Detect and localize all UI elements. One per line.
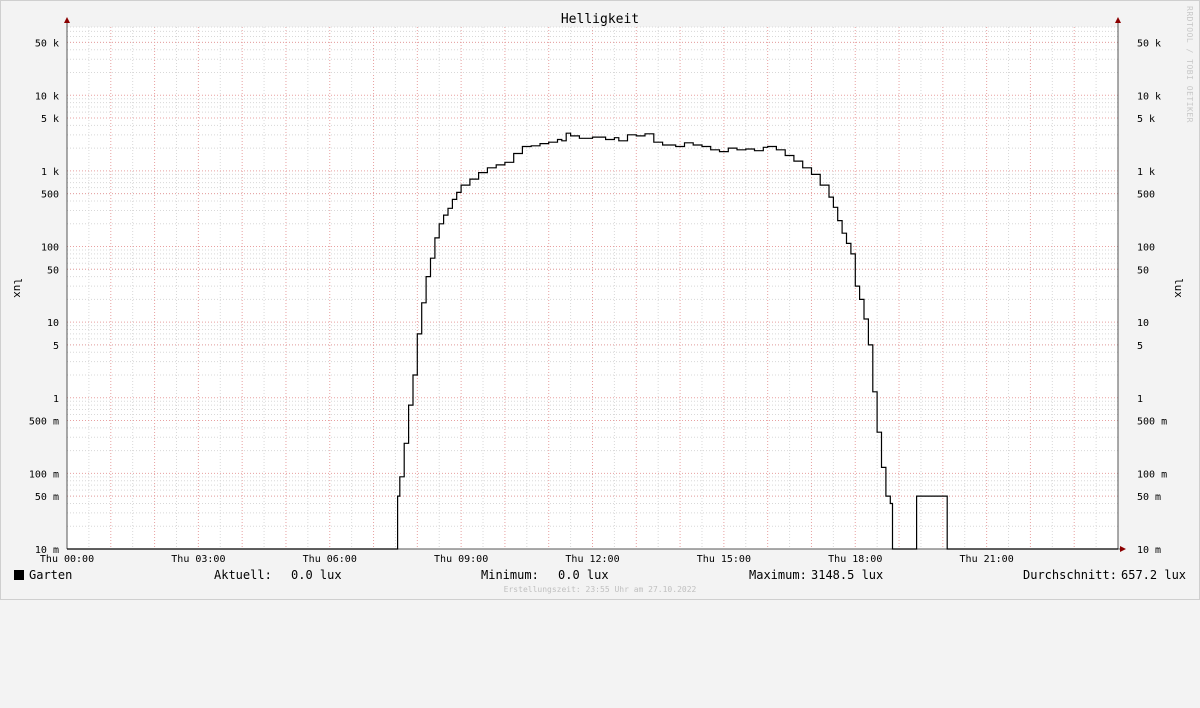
y-axis-title-right: lux [1172,278,1185,298]
x-tick-label: Thu 15:00 [697,554,751,565]
created-timestamp: Erstellungszeit: 23:55 Uhr am 27.10.2022 [503,585,697,594]
y-tick-label-left: 500 m [29,417,59,428]
legend-swatch [14,570,24,580]
y-tick-label-right: 50 m [1137,492,1161,503]
y-tick-label-right: 50 [1137,265,1149,276]
y-tick-label-right: 10 m [1137,545,1161,556]
y-tick-label-right: 100 [1137,243,1155,254]
y-tick-label-right: 500 [1137,190,1155,201]
y-tick-label-right: 500 m [1137,417,1167,428]
y-tick-label-right: 100 m [1137,469,1167,480]
x-tick-label: Thu 06:00 [303,554,357,565]
y-tick-label-left: 50 k [35,38,59,49]
y-tick-label-left: 100 [41,243,59,254]
y-tick-label-right: 1 k [1137,167,1155,178]
y-tick-label-left: 500 [41,190,59,201]
y-tick-label-left: 5 [53,341,59,352]
y-tick-label-left: 100 m [29,469,59,480]
x-tick-label: Thu 12:00 [565,554,619,565]
y-tick-label-right: 5 [1137,341,1143,352]
x-tick-label: Thu 18:00 [828,554,882,565]
y-tick-label-left: 50 [47,265,59,276]
legend-avg-value: 657.2 lux [1121,568,1187,582]
x-axis-arrow [1120,546,1126,552]
legend-max-label: Maximum: [749,568,807,582]
chart-canvas: 50 k 50 k 10 k 10 k 5 k 5 k 1 k 1 k 500 500 100 100… [11,17,1185,565]
legend-min-label: Minimum: [481,568,539,582]
y-tick-label-right: 10 [1137,318,1149,329]
y-tick-label-right: 10 k [1137,91,1161,102]
y-tick-label-left: 1 [53,394,59,405]
x-tick-label: Thu 03:00 [171,554,225,565]
y-tick-label-left: 5 k [41,114,59,125]
y-tick-label-left: 10 k [35,91,59,102]
legend-series: Garten [14,568,72,582]
x-tick-label: Thu 09:00 [434,554,488,565]
chart-title: Helligkeit [560,12,640,27]
y-tick-label-left: 1 k [41,167,59,178]
legend-current-value: 0.0 lux [291,568,342,582]
legend-max-value: 3148.5 lux [811,568,884,582]
legend-avg-label: Durchschnitt: [1023,568,1117,582]
legend-min-value: 0.0 lux [558,568,609,582]
legend-series-name: Garten [29,568,73,582]
y-tick-label-right: 1 [1137,394,1143,405]
legend-row: Garten Aktuell: 0.0 lux Minimum: 0.0 lux… [0,568,1200,584]
y-axis-title-left: lux [11,278,24,298]
x-tick-label: Thu 00:00 [40,554,94,565]
y-tick-label-left: 10 [47,318,59,329]
watermark: RRDTOOL / TOBI OETIKER [1185,6,1194,123]
legend-current-label: Aktuell: [214,568,272,582]
x-tick-label: Thu 21:00 [960,554,1014,565]
y-tick-label-right: 50 k [1137,38,1161,49]
y-tick-label-left: 50 m [35,492,59,503]
y-tick-label-right: 5 k [1137,114,1155,125]
